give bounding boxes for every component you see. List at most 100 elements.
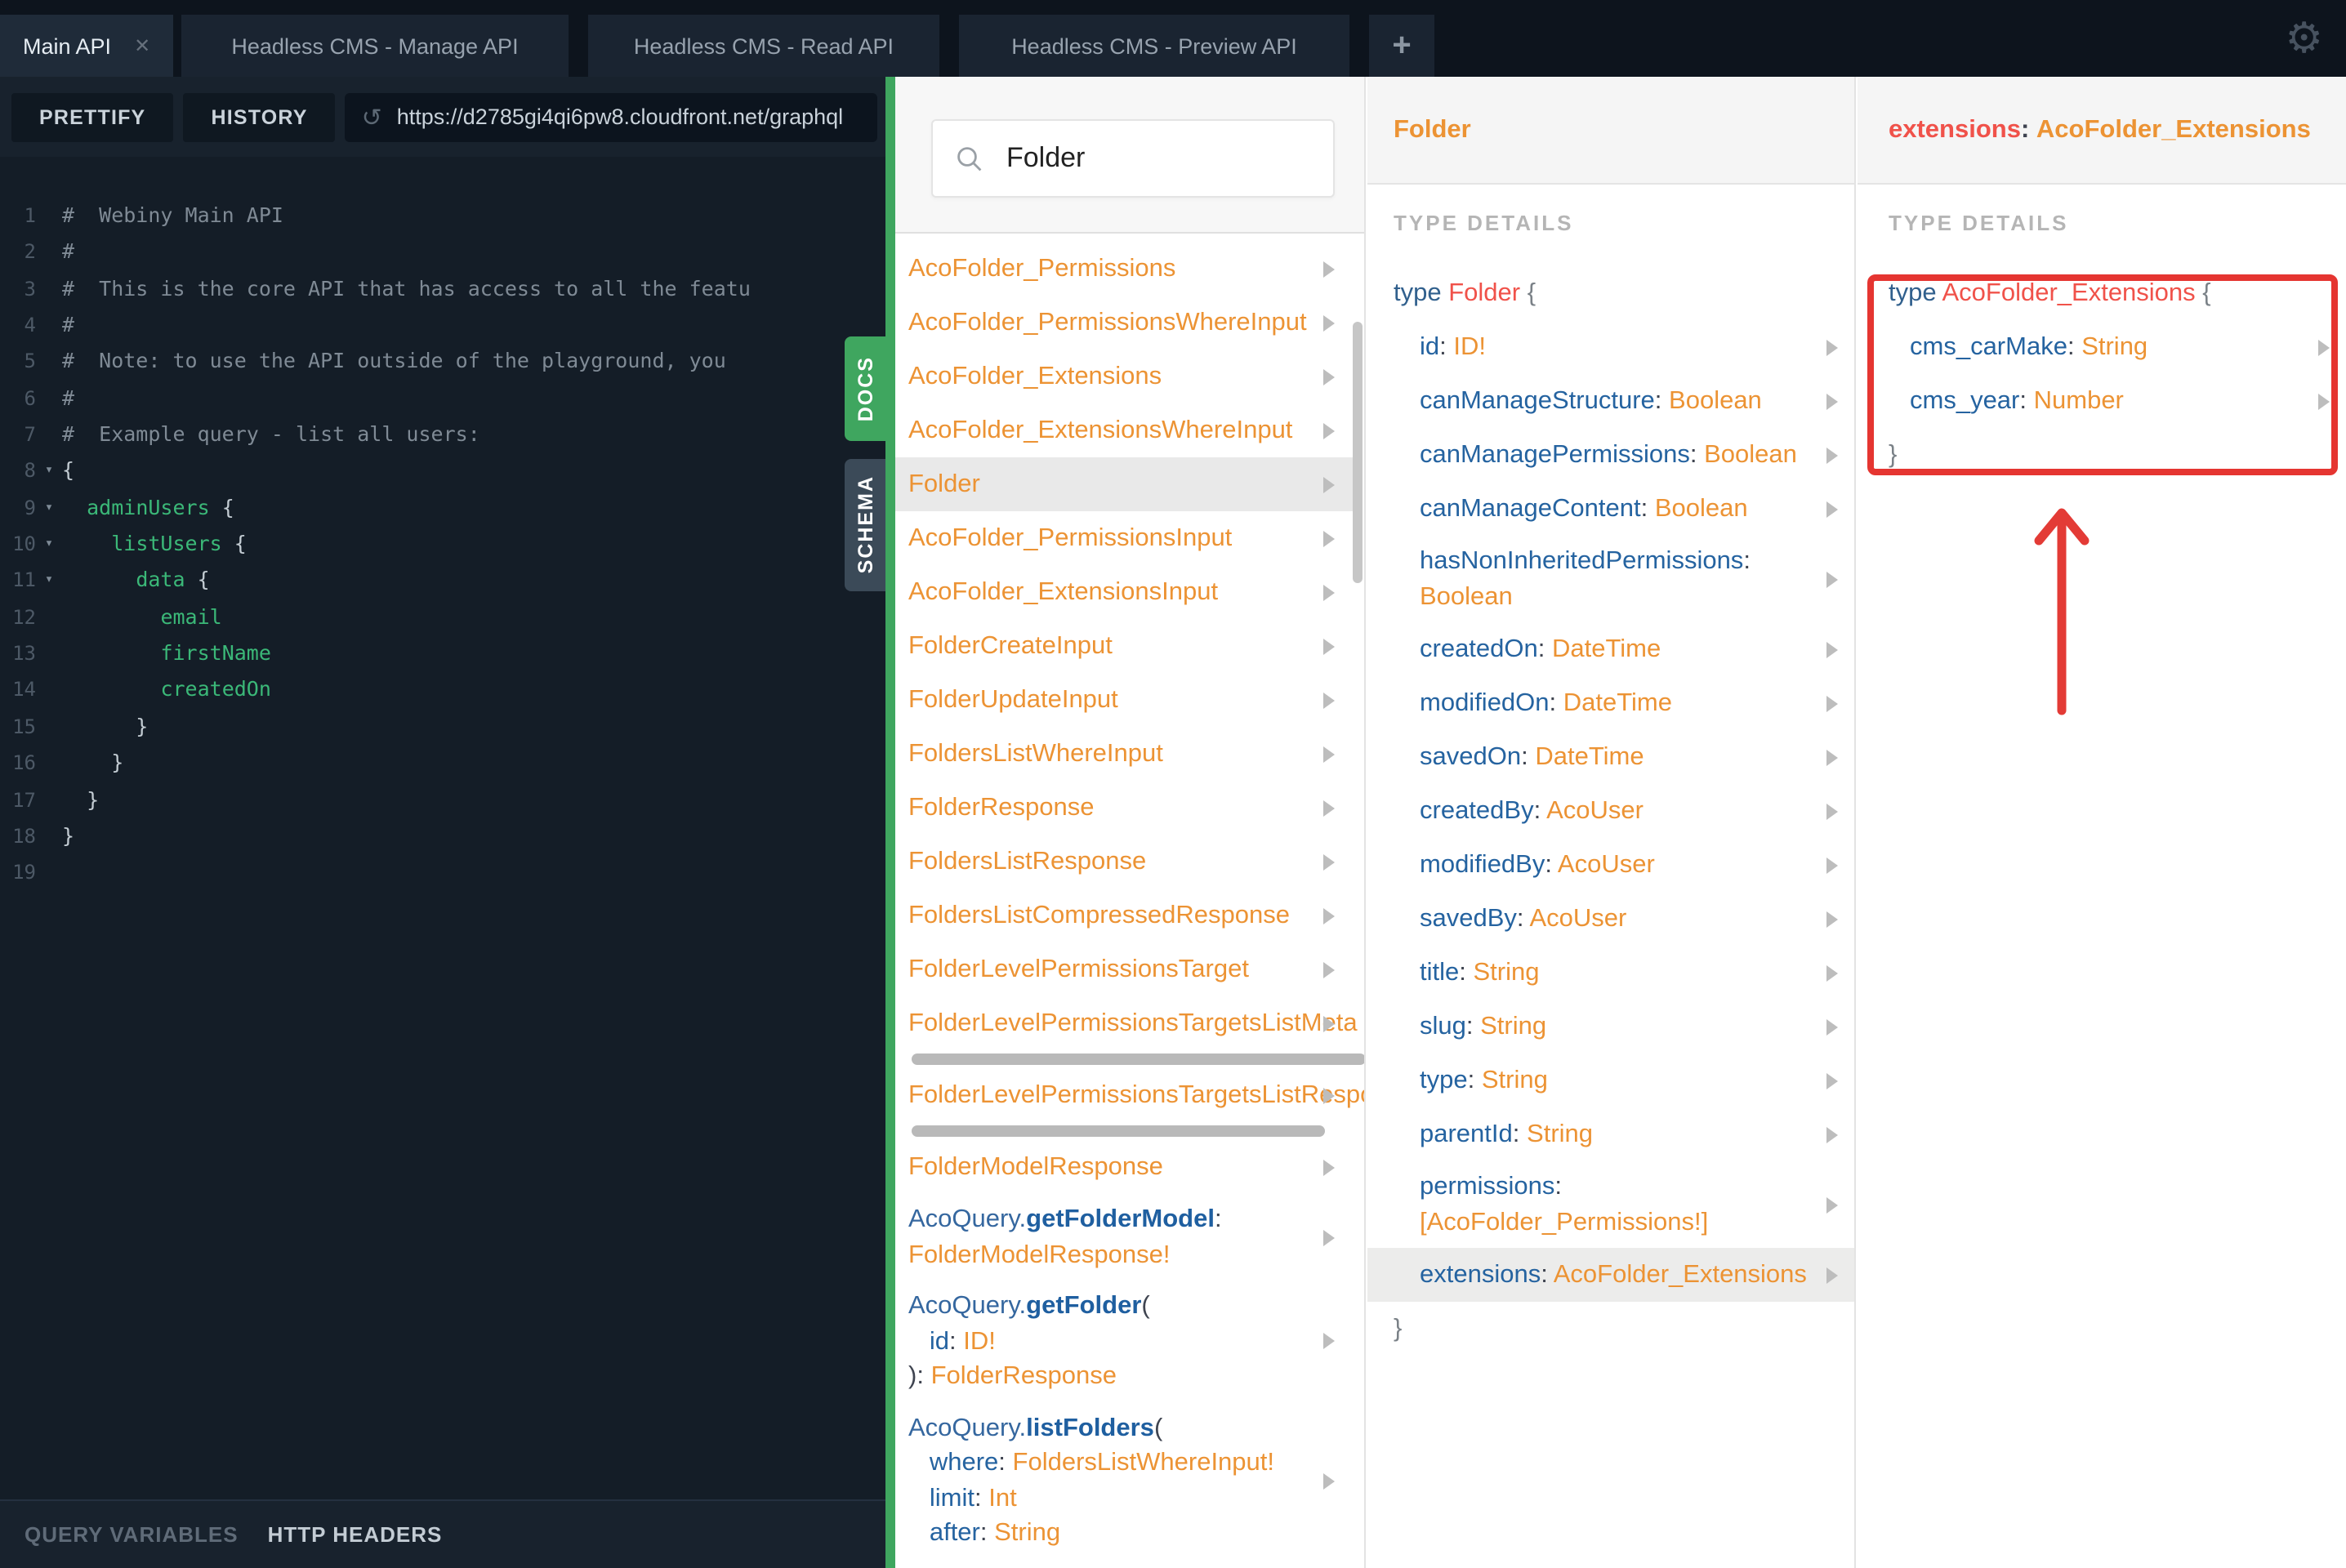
fold-gutter (36, 234, 62, 271)
tab-headless-cms-manage-api[interactable]: Headless CMS - Manage API (181, 15, 569, 77)
prettify-button[interactable]: PRETTIFY (11, 92, 174, 141)
tab-label: Headless CMS - Manage API (231, 33, 519, 58)
fold-caret-icon[interactable]: ▾ (36, 526, 62, 563)
chevron-right-icon (1323, 692, 1335, 708)
chevron-right-icon (1323, 907, 1335, 924)
type-field-canManagePermissions[interactable]: canManagePermissions: Boolean (1367, 428, 1854, 482)
line-number: 5 (24, 350, 36, 373)
doc-list-item[interactable]: FoldersListWhereInput (895, 727, 1354, 781)
line-number: 10 (12, 532, 36, 556)
type-field-createdOn[interactable]: createdOn: DateTime (1367, 622, 1854, 676)
fold-gutter (36, 745, 62, 782)
type-field-canManageContent[interactable]: canManageContent: Boolean (1367, 482, 1854, 536)
tab-main-api[interactable]: Main API ✕ (0, 15, 174, 77)
doc-list-item[interactable]: AcoFolder_ExtensionsWhereInput (895, 403, 1354, 457)
fold-gutter (36, 198, 62, 234)
doc-list-item[interactable]: FolderLevelPermissionsTarget (895, 942, 1354, 996)
tab-headless-cms-preview-api[interactable]: Headless CMS - Preview API (959, 15, 1349, 77)
query-editor[interactable]: 1 # Webiny Main API 2 #3 # This is the core … (0, 157, 885, 1499)
folder-panel-title: Folder (1367, 77, 1854, 185)
line-number: 1 (24, 204, 36, 227)
editor-pane: PRETTIFY HISTORY ↺ https://d2785gi4qi6pw… (0, 77, 885, 1568)
endpoint-url-box[interactable]: ↺ https://d2785gi4qi6pw8.cloudfront.net/… (345, 92, 877, 141)
docs-side-tab[interactable]: DOCS (845, 336, 885, 441)
close-icon[interactable]: ✕ (134, 34, 150, 57)
line-number: 4 (24, 314, 36, 337)
tab-label: Main API (23, 33, 112, 58)
line-number: 8 (24, 459, 36, 483)
search-icon (957, 146, 982, 171)
doc-list-item[interactable]: FolderResponse (895, 781, 1354, 835)
fold-caret-icon[interactable]: ▾ (36, 453, 62, 490)
settings-gear-icon[interactable]: ⚙ (2285, 10, 2323, 65)
doc-list-item[interactable]: FolderUpdateInput (895, 673, 1354, 727)
doc-list-item[interactable]: AcoQuery.getFolderModel: FolderModelRespo… (895, 1194, 1354, 1281)
chevron-right-icon (1323, 853, 1335, 870)
type-field-savedBy[interactable]: savedBy: AcoUser (1367, 892, 1854, 946)
type-field-modifiedOn[interactable]: modifiedOn: DateTime (1367, 676, 1854, 730)
section-label: TYPE DETAILS (1394, 211, 1574, 235)
doc-list-item[interactable]: AcoFolder_Extensions (895, 350, 1354, 403)
doc-list-item[interactable]: FolderCreateInput (895, 619, 1354, 673)
type-field-canManageStructure[interactable]: canManageStructure: Boolean (1367, 374, 1854, 428)
type-field-savedOn[interactable]: savedOn: DateTime (1367, 730, 1854, 784)
type-field-createdBy[interactable]: createdBy: AcoUser (1367, 784, 1854, 838)
schema-side-tab[interactable]: SCHEMA (845, 459, 885, 591)
type-field-type[interactable]: type: String (1367, 1054, 1854, 1107)
vertical-scrollbar-thumb[interactable] (1353, 322, 1363, 583)
type-field-title[interactable]: title: String (1367, 946, 1854, 1000)
type-field-cms_carMake[interactable]: cms_carMake: String (1858, 320, 2346, 374)
line-number: 17 (12, 788, 36, 811)
reload-icon[interactable]: ↺ (362, 102, 382, 131)
fold-caret-icon[interactable]: ▾ (36, 490, 62, 527)
doc-list-item[interactable]: FolderModelResponse (895, 1140, 1354, 1194)
horizontal-scrollbar-thumb[interactable] (912, 1125, 1325, 1137)
chevron-right-icon (1826, 393, 1838, 409)
doc-list-item[interactable]: AcoQuery.getFolder( id: ID!): FolderResp… (895, 1281, 1354, 1402)
doc-list-item[interactable]: AcoFolder_PermissionsWhereInput (895, 296, 1354, 350)
doc-list-item[interactable]: AcoFolder_PermissionsInput (895, 511, 1354, 565)
editor-line: 14 createdOn (0, 672, 885, 709)
line-number: 3 (24, 277, 36, 301)
history-button[interactable]: HISTORY (183, 92, 336, 141)
line-number: 12 (12, 605, 36, 629)
chevron-right-icon (1826, 1126, 1838, 1143)
docs-search-input[interactable] (1003, 140, 1281, 176)
editor-toolbar: PRETTIFY HISTORY ↺ https://d2785gi4qi6pw… (0, 77, 885, 157)
doc-list-item[interactable]: FoldersListResponse (895, 835, 1354, 889)
chevron-right-icon (1826, 1196, 1838, 1213)
type-field-slug[interactable]: slug: String (1367, 1000, 1854, 1054)
doc-list-item[interactable]: FolderLevelPermissionsTargetsListMeta (895, 996, 1358, 1050)
type-field-parentId[interactable]: parentId: String (1367, 1107, 1854, 1161)
doc-list-item[interactable]: AcoFolder_ExtensionsInput (895, 565, 1354, 619)
chevron-right-icon (1826, 964, 1838, 981)
fold-caret-icon[interactable]: ▾ (36, 563, 62, 599)
line-number: 18 (12, 824, 36, 848)
type-field-extensions[interactable]: extensions: AcoFolder_Extensions (1367, 1248, 1854, 1302)
add-tab-button[interactable]: + (1369, 15, 1434, 77)
type-field-cms_year[interactable]: cms_year: Number (1858, 374, 2346, 428)
query-variables-tab[interactable]: QUERY VARIABLES (25, 1522, 239, 1547)
type-field-permissions[interactable]: permissions: [AcoFolder_Permissions!] (1367, 1161, 1854, 1248)
tab-headless-cms-read-api[interactable]: Headless CMS - Read API (588, 15, 939, 77)
fold-gutter (36, 307, 62, 344)
schema-side-tab-label: SCHEMA (854, 475, 876, 575)
horizontal-scrollbar-thumb[interactable] (912, 1054, 1364, 1065)
doc-list-item[interactable]: FolderLevelPermissionsTargetsListRespo (895, 1068, 1364, 1122)
type-field-hasNonInheritedPermissions[interactable]: hasNonInheritedPermissions: Boolean (1367, 536, 1854, 622)
line-number: 11 (12, 568, 36, 592)
editor-line: 3 # This is the core API that has access … (0, 270, 885, 307)
http-headers-tab[interactable]: HTTP HEADERS (268, 1522, 443, 1547)
closing-brace: } (1889, 441, 1898, 469)
doc-list-item[interactable]: Folder (895, 457, 1354, 511)
doc-list-item[interactable]: AcoQuery.listFolders( where: FoldersList… (895, 1402, 1354, 1559)
docs-search-box[interactable] (931, 119, 1335, 198)
chevron-right-icon (1323, 961, 1335, 978)
doc-list-item[interactable]: AcoFolder_Permissions (895, 242, 1354, 296)
type-field-id[interactable]: id: ID! (1367, 320, 1854, 374)
doc-list-item[interactable]: FoldersListCompressedResponse (895, 889, 1354, 942)
chevron-right-icon (1826, 803, 1838, 819)
type-field-modifiedBy[interactable]: modifiedBy: AcoUser (1367, 838, 1854, 892)
docs-divider[interactable] (885, 77, 895, 1568)
editor-line: 11 ▾ data { (0, 563, 885, 599)
